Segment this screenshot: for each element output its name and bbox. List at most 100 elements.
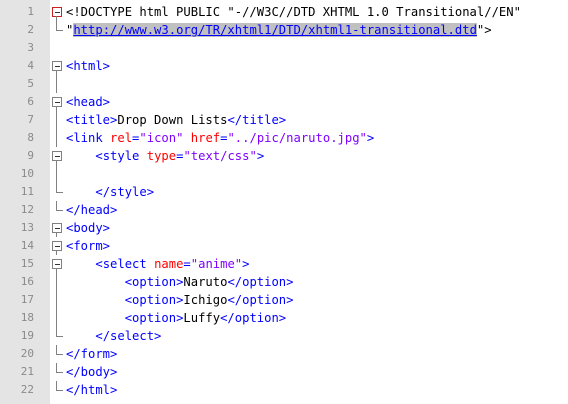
code-line[interactable]: 18 <option>Luffy</option>: [0, 309, 568, 327]
code-line[interactable]: 6 <head>: [0, 93, 568, 111]
code-token: </head>: [66, 203, 118, 217]
code-text[interactable]: <select name="anime">: [66, 255, 249, 273]
code-line[interactable]: 17 <option>Ichigo</option>: [0, 291, 568, 309]
line-number: 20: [20, 347, 34, 360]
fold-end-icon: [52, 381, 63, 399]
line-number: 22: [20, 383, 34, 396]
code-line[interactable]: 5: [0, 75, 568, 93]
line-number: 9: [27, 149, 34, 162]
line-number: 19: [20, 329, 34, 342]
code-text[interactable]: <form>: [66, 237, 110, 255]
code-token: </title>: [227, 113, 287, 127]
fold-toggle-icon[interactable]: [52, 3, 62, 21]
fold-line-icon: [52, 309, 62, 327]
code-text[interactable]: <style type="text/css">: [66, 147, 264, 165]
code-text[interactable]: </form>: [66, 345, 117, 363]
line-number: 6: [27, 95, 34, 108]
code-line[interactable]: 8 <link rel="icon" href="../pic/naruto.jp…: [0, 129, 568, 147]
code-text[interactable]: <title>Drop Down Lists</title>: [66, 111, 286, 129]
code-line[interactable]: 10: [0, 165, 568, 183]
code-text[interactable]: "http://www.w3.org/TR/xhtml1/DTD/xhtml1-…: [66, 21, 492, 39]
line-number: 5: [27, 77, 34, 90]
code-text[interactable]: <body>: [66, 219, 110, 237]
code-text[interactable]: </head>: [66, 201, 117, 219]
code-line[interactable]: 16 <option>Naruto</option>: [0, 273, 568, 291]
code-line[interactable]: 3: [0, 39, 568, 57]
code-token: >: [366, 131, 375, 145]
code-token: type: [146, 149, 177, 163]
code-token: Luffy: [183, 311, 221, 325]
code-token: <option>: [124, 293, 184, 307]
code-token: <option>: [124, 275, 184, 289]
code-line[interactable]: 20 </form>: [0, 345, 568, 363]
code-line[interactable]: 7 <title>Drop Down Lists</title>: [0, 111, 568, 129]
line-number: 17: [20, 293, 34, 306]
code-line[interactable]: 2 "http://www.w3.org/TR/xhtml1/DTD/xhtml1…: [0, 21, 568, 39]
code-text[interactable]: </body>: [66, 363, 117, 381]
line-number: 14: [20, 239, 34, 252]
code-text[interactable]: <!DOCTYPE html PUBLIC "-//W3C//DTD XHTML…: [66, 3, 521, 21]
code-token: Naruto: [183, 275, 228, 289]
fold-toggle-icon[interactable]: [52, 93, 62, 111]
code-token: "text/css": [183, 149, 257, 163]
line-number: 12: [20, 203, 34, 216]
code-text[interactable]: <option>Ichigo</option>: [66, 291, 294, 309]
code-text[interactable]: <head>: [66, 93, 110, 111]
code-text[interactable]: <link rel="icon" href="../pic/naruto.jpg…: [66, 129, 374, 147]
fold-toggle-icon[interactable]: [52, 237, 62, 255]
line-number: 7: [27, 113, 34, 126]
line-number: 8: [27, 131, 34, 144]
code-editor[interactable]: 1 <!DOCTYPE html PUBLIC "-//W3C//DTD XHTM…: [0, 0, 568, 404]
code-token: <link: [66, 131, 111, 145]
code-line[interactable]: 21 </body>: [0, 363, 568, 381]
code-line[interactable]: 4 <html>: [0, 57, 568, 75]
fold-toggle-icon[interactable]: [52, 219, 62, 237]
code-line[interactable]: 15 <select name="anime">: [0, 255, 568, 273]
fold-end-icon: [52, 345, 63, 363]
fold-toggle-icon[interactable]: [52, 147, 62, 165]
line-number: 11: [20, 185, 34, 198]
line-number: 21: [20, 365, 34, 378]
code-token: name: [154, 257, 184, 271]
code-line[interactable]: 14 <form>: [0, 237, 568, 255]
code-token: "icon": [139, 131, 184, 145]
line-number: 18: [20, 311, 34, 324]
fold-end-icon: [52, 201, 63, 219]
code-token: <style: [95, 149, 147, 163]
code-token: </option>: [227, 293, 294, 307]
dtd-url-link[interactable]: http://www.w3.org/TR/xhtml1/DTD/xhtml1-t…: [73, 23, 477, 37]
fold-end-icon: [52, 21, 63, 39]
code-text[interactable]: <html>: [66, 57, 110, 75]
code-text[interactable]: </style>: [66, 183, 154, 201]
code-token: <!DOCTYPE html PUBLIC "-//W3C//DTD XHTML…: [66, 5, 521, 19]
code-line[interactable]: 22 </html>: [0, 381, 568, 399]
code-text[interactable]: </html>: [66, 381, 117, 399]
code-token: href: [190, 131, 221, 145]
code-line[interactable]: 9 <style type="text/css">: [0, 147, 568, 165]
code-token: <body>: [66, 221, 111, 235]
fold-toggle-icon[interactable]: [52, 57, 62, 75]
code-line[interactable]: 19 </select>: [0, 327, 568, 345]
code-line[interactable]: 1 <!DOCTYPE html PUBLIC "-//W3C//DTD XHTM…: [0, 3, 568, 21]
fold-line-icon: [52, 75, 62, 93]
code-token: </select>: [95, 329, 162, 343]
code-text[interactable]: <option>Luffy</option>: [66, 309, 286, 327]
fold-line-icon: [52, 129, 62, 147]
code-token: </style>: [95, 185, 155, 199]
code-line[interactable]: 11 </style>: [0, 183, 568, 201]
code-line[interactable]: 12 </head>: [0, 201, 568, 219]
code-line[interactable]: 13 <body>: [0, 219, 568, 237]
code-token: >: [242, 257, 250, 271]
line-number: 4: [27, 59, 34, 72]
code-token: <form>: [66, 239, 111, 253]
code-text[interactable]: </select>: [66, 327, 161, 345]
line-number: 16: [20, 275, 34, 288]
code-text[interactable]: <option>Naruto</option>: [66, 273, 294, 291]
code-token: <html>: [66, 59, 111, 73]
code-token: </body>: [66, 365, 118, 379]
fold-toggle-icon[interactable]: [52, 255, 62, 273]
code-token: </option>: [227, 275, 294, 289]
line-number: 1: [27, 5, 34, 18]
